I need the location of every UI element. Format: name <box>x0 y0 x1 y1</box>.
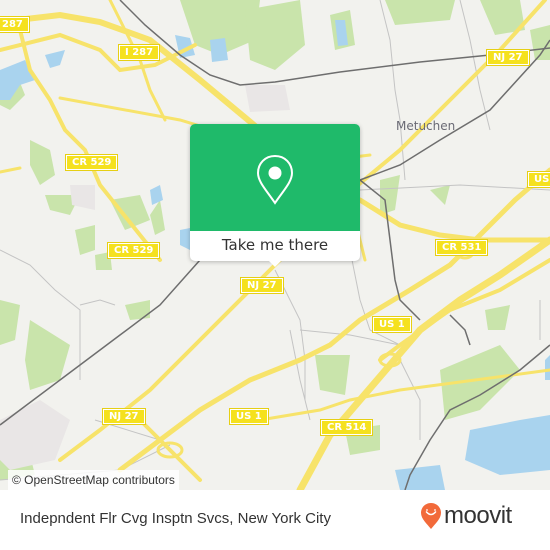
place-label-metuchen: Metuchen <box>396 119 456 133</box>
moovit-wordmark: moovit <box>444 502 512 529</box>
map-attribution[interactable]: © OpenStreetMap contributors <box>8 470 179 490</box>
road-shield-us1-lower: US 1 <box>230 409 268 424</box>
road-shield-nj27-lower: NJ 27 <box>103 409 145 424</box>
footer: Indepndent Flr Cvg Insptn Svcs, New York… <box>0 490 550 550</box>
location-title: Indepndent Flr Cvg Insptn Svcs, New York… <box>20 510 331 527</box>
moovit-logo[interactable]: moovit <box>420 502 512 530</box>
location-pin-icon <box>256 154 294 205</box>
popup-header[interactable] <box>190 124 360 231</box>
map-canvas[interactable]: Metuchen I 287 287 NJ 27 CR 529 CR 529 N… <box>0 0 550 490</box>
road-shield-i287-edge: 287 <box>0 17 29 32</box>
location-popup[interactable]: Take me there <box>190 124 360 267</box>
road-shield-cr531: CR 531 <box>436 240 488 255</box>
road-shield-cr529-lower: CR 529 <box>108 243 160 258</box>
road-shield-us1-center: US 1 <box>373 317 411 332</box>
road-shield-nj27-center: NJ 27 <box>241 278 283 293</box>
road-shield-us1-edge: US <box>528 172 550 187</box>
popup-pointer <box>267 259 283 267</box>
road-shield-cr529-upper: CR 529 <box>66 155 118 170</box>
road-shield-nj27-top: NJ 27 <box>487 50 529 65</box>
road-shield-i287: I 287 <box>119 45 160 60</box>
take-me-there-button[interactable]: Take me there <box>190 231 360 261</box>
moovit-smile-pin-icon <box>421 503 441 529</box>
road-shield-cr514: CR 514 <box>321 420 373 435</box>
